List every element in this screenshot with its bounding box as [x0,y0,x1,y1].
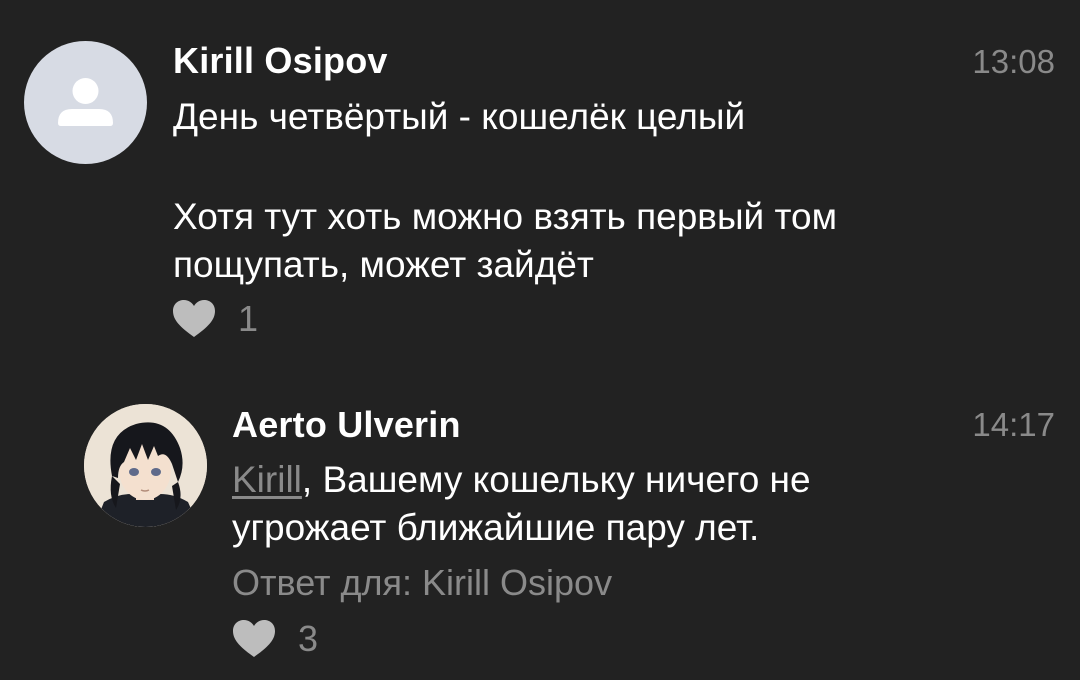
comments-screen: Kirill Osipov 13:08 День четвёртый - кош… [0,0,1080,680]
user-placeholder-icon [58,78,113,126]
like-button[interactable]: 3 [232,617,318,661]
mention-link[interactable]: Kirill [232,459,302,500]
comment-text-line: День четвёртый - кошелёк целый [173,96,746,137]
heart-icon [233,620,275,657]
comment-time: 14:17 [972,406,1055,443]
avatar[interactable] [84,404,207,527]
comment-text-line: Kirill, Вашему кошельку ничего не [232,456,811,504]
comment-author[interactable]: Kirill Osipov [173,40,388,82]
comment-text-line: пощупать, может зайдёт [173,244,594,285]
comment-author[interactable]: Aerto Ulverin [232,404,461,446]
comment-text-line: угрожает ближайшие пару лет. [232,507,760,548]
comment-time: 13:08 [972,43,1055,80]
anime-character-avatar [84,404,207,527]
reply-to-label[interactable]: Ответ для: Kirill Osipov [232,562,612,604]
like-button[interactable]: 1 [172,297,258,341]
comment-kirill: Kirill Osipov 13:08 День четвёртый - кош… [0,0,1080,370]
like-count: 1 [238,298,259,339]
avatar[interactable] [24,41,147,164]
comment-aerto: Aerto Ulverin 14:17 Kirill, Вашему кошел… [0,390,1080,680]
comment-text: , Вашему кошельку ничего не [301,459,811,500]
comment-text-line: Хотя тут хоть можно взять первый том [173,196,838,237]
heart-icon [173,300,215,337]
like-count: 3 [298,618,319,659]
